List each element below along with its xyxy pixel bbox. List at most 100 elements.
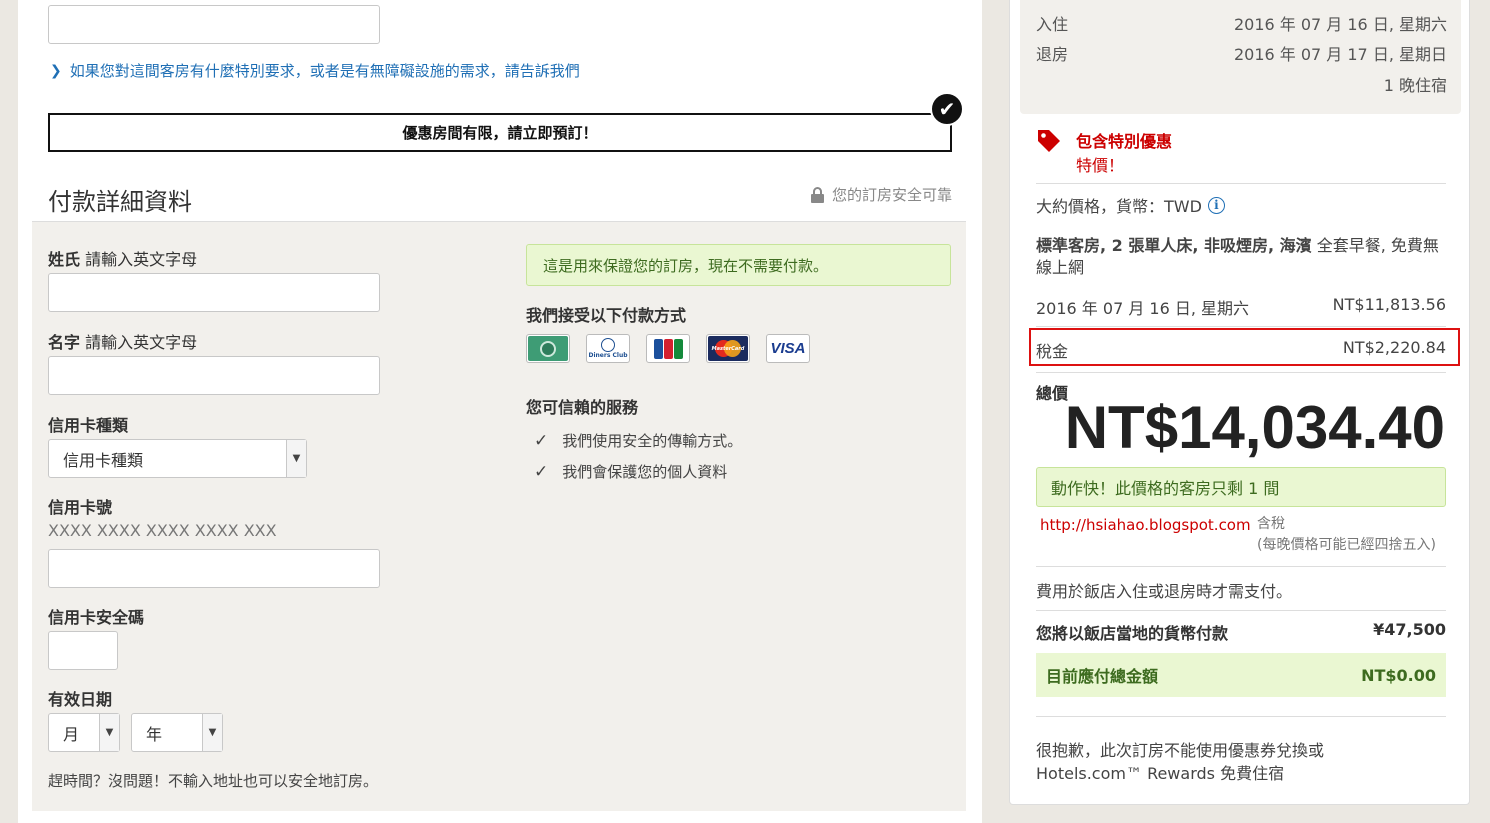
watermark-url: http://hsiahao.blogspot.com: [1040, 516, 1251, 534]
room-type: 標準客房, 2 張單人床, 非吸煙房, 海濱: [1036, 236, 1312, 255]
payment-details-panel: 姓氏 請輸入英文字母 名字 請輸入英文字母 信用卡種類 信用卡種類 ▼ 信用卡號…: [32, 221, 966, 811]
tax-included-text: 含稅: [1257, 516, 1285, 532]
mastercard-card-icon: MasterCard: [706, 334, 750, 363]
cvv-label: 信用卡安全碼: [48, 604, 144, 628]
pay-at-hotel-note: 費用於飯店入住或退房時才需支付。: [1036, 582, 1293, 601]
given-name-input[interactable]: [48, 356, 380, 395]
checkmark-icon: ✓: [534, 430, 549, 451]
checkout-label: 退房: [1036, 45, 1069, 64]
nightly-date: 2016 年 07 月 16 日, 星期六: [1036, 299, 1250, 318]
tax-value: NT$2,220.84: [1342, 338, 1446, 357]
payment-section-title: 付款詳細資料: [48, 188, 192, 216]
tax-label: 稅金: [1036, 342, 1069, 361]
surname-label-text: 姓氏: [48, 250, 81, 269]
card-type-label: 信用卡種類: [48, 412, 128, 436]
special-offer: 包含特別優惠 特價！: [1036, 128, 1172, 176]
checkout-row: 退房 2016 年 07 月 17 日, 星期日: [1036, 41, 1447, 65]
surname-label: 姓氏 請輸入英文字母: [48, 246, 197, 270]
expiry-month-value: 月: [63, 724, 80, 744]
accepted-payments-title: 我們接受以下付款方式: [526, 306, 687, 325]
price-tag-icon: [1036, 128, 1062, 154]
rewards-notice-line2: Hotels.com™ Rewards 免費住宿: [1036, 764, 1285, 783]
local-currency-label: 您將以飯店當地的貨幣付款: [1036, 624, 1229, 643]
surname-hint: 請輸入英文字母: [85, 250, 198, 269]
surname-input[interactable]: [48, 273, 380, 312]
special-offer-subtitle: 特價！: [1076, 156, 1125, 175]
chevron-down-icon[interactable]: ▼: [286, 440, 306, 477]
visa-label: VISA: [770, 340, 806, 357]
special-offer-title: 包含特別優惠: [1076, 132, 1173, 151]
card-number-label: 信用卡號: [48, 494, 112, 518]
diners-club-label: Diners Club: [588, 352, 628, 359]
divider: [1036, 716, 1446, 717]
trust-item: ✓ 我們會保護您的個人資料: [534, 461, 727, 482]
expiry-label: 有效日期: [48, 686, 112, 710]
promo-banner: 優惠房間有限，請立即預訂！: [48, 113, 952, 152]
special-request-link[interactable]: ❯ 如果您對這間客房有什麼特別要求，或者是有無障礙設施的需求，請告訴我們: [50, 60, 580, 81]
checkmark-badge-icon: ✔: [930, 92, 964, 126]
checkout-date: 2016 年 07 月 17 日, 星期日: [1233, 45, 1447, 64]
chevron-right-icon: ❯: [50, 62, 62, 79]
local-currency-row: 您將以飯店當地的貨幣付款 ¥47,500: [1036, 620, 1446, 644]
rewards-notice-line1: 很抱歉，此次訂房不能使用優惠券兌換或: [1036, 741, 1325, 760]
cvv-label-text: 信用卡安全碼: [48, 608, 145, 627]
amount-due-now: 目前應付總金額 NT$0.00: [1036, 653, 1446, 697]
diners-club-card-icon: Diners Club: [586, 334, 630, 363]
guarantee-note-text: 這是用來保證您的訂房，現在不需要付款。: [543, 256, 829, 275]
no-address-footnote: 趕時間？沒問題！不輸入地址也可以安全地訂房。: [48, 772, 379, 790]
special-request-input[interactable]: [48, 5, 380, 44]
divider: [1036, 183, 1446, 184]
accepted-cards: Diners Club MasterCard VISA: [526, 334, 810, 363]
expiry-year-value: 年: [146, 724, 163, 744]
card-type-label-text: 信用卡種類: [48, 416, 129, 435]
info-icon[interactable]: i: [1207, 196, 1225, 214]
card-number-label-text: 信用卡號: [48, 498, 113, 517]
tax-row: 稅金 NT$2,220.84: [1036, 338, 1446, 362]
rooms-left-alert: 動作快！此價格的客房只剩 1 間: [1036, 467, 1446, 507]
tax-included-note: 含稅 (每晚價格可能已經四捨五入): [1257, 514, 1436, 556]
amount-due-label: 目前應付總金額: [1046, 667, 1159, 686]
total-label: 總價: [1036, 384, 1069, 403]
nightly-price: NT$11,813.56: [1332, 295, 1446, 314]
divider: [1036, 326, 1446, 327]
rounding-note: (每晚價格可能已經四捨五入): [1257, 537, 1436, 553]
special-request-link-text[interactable]: 如果您對這間客房有什麼特別要求，或者是有無障礙設施的需求，請告訴我們: [70, 60, 580, 81]
divider: [1036, 372, 1446, 373]
nightly-price-row: 2016 年 07 月 16 日, 星期六 NT$11,813.56: [1036, 295, 1446, 319]
nights-count: 1 晚住宿: [1383, 76, 1447, 95]
expiry-month-select[interactable]: 月 ▼: [48, 713, 120, 752]
currency-note: 大約價格，貨幣：TWD i: [1036, 193, 1225, 217]
total-price: NT$14,034.40: [1064, 394, 1445, 461]
given-name-hint: 請輸入英文字母: [85, 333, 198, 352]
mastercard-label: MasterCard: [711, 345, 745, 352]
checkin-row: 入住 2016 年 07 月 16 日, 星期六: [1036, 11, 1447, 35]
jcb-card-icon: [646, 334, 690, 363]
stay-dates-box: 入住 2016 年 07 月 16 日, 星期六 退房 2016 年 07 月 …: [1020, 0, 1461, 114]
amount-due-value: NT$0.00: [1361, 665, 1436, 685]
card-type-select[interactable]: 信用卡種類 ▼: [48, 439, 307, 478]
chevron-down-icon[interactable]: ▼: [202, 714, 222, 751]
cvv-input[interactable]: [48, 631, 118, 670]
trust-item-text: 我們會保護您的個人資料: [562, 463, 728, 481]
room-description: 標準客房, 2 張單人床, 非吸煙房, 海濱 全套早餐, 免費無線上網: [1036, 235, 1446, 279]
lock-icon: [810, 186, 824, 203]
booking-summary-panel: 入住 2016 年 07 月 16 日, 星期六 退房 2016 年 07 月 …: [1009, 0, 1470, 805]
chevron-down-icon[interactable]: ▼: [99, 714, 119, 751]
nights-row: 1 晚住宿: [1036, 72, 1447, 96]
given-name-label-text: 名字: [48, 333, 81, 352]
card-number-format: XXXX XXXX XXXX XXXX XXX: [48, 521, 277, 540]
rooms-left-text: 動作快！此價格的客房只剩 1 間: [1051, 479, 1280, 498]
card-type-selected: 信用卡種類: [63, 450, 144, 470]
divider: [1036, 610, 1446, 611]
trust-item: ✓ 我們使用安全的傳輸方式。: [534, 430, 742, 451]
checkin-label: 入住: [1036, 15, 1069, 34]
card-number-input[interactable]: [48, 549, 380, 588]
trusted-service-title: 您可信賴的服務: [526, 398, 639, 417]
guarantee-note: 這是用來保證您的訂房，現在不需要付款。: [526, 244, 951, 286]
secure-booking-note: 您的訂房安全可靠: [810, 184, 952, 205]
expiry-year-select[interactable]: 年 ▼: [131, 713, 223, 752]
amex-card-icon: [526, 334, 570, 363]
given-name-label: 名字 請輸入英文字母: [48, 329, 197, 353]
trust-item-text: 我們使用安全的傳輸方式。: [562, 432, 743, 450]
local-currency-value: ¥47,500: [1373, 620, 1446, 639]
